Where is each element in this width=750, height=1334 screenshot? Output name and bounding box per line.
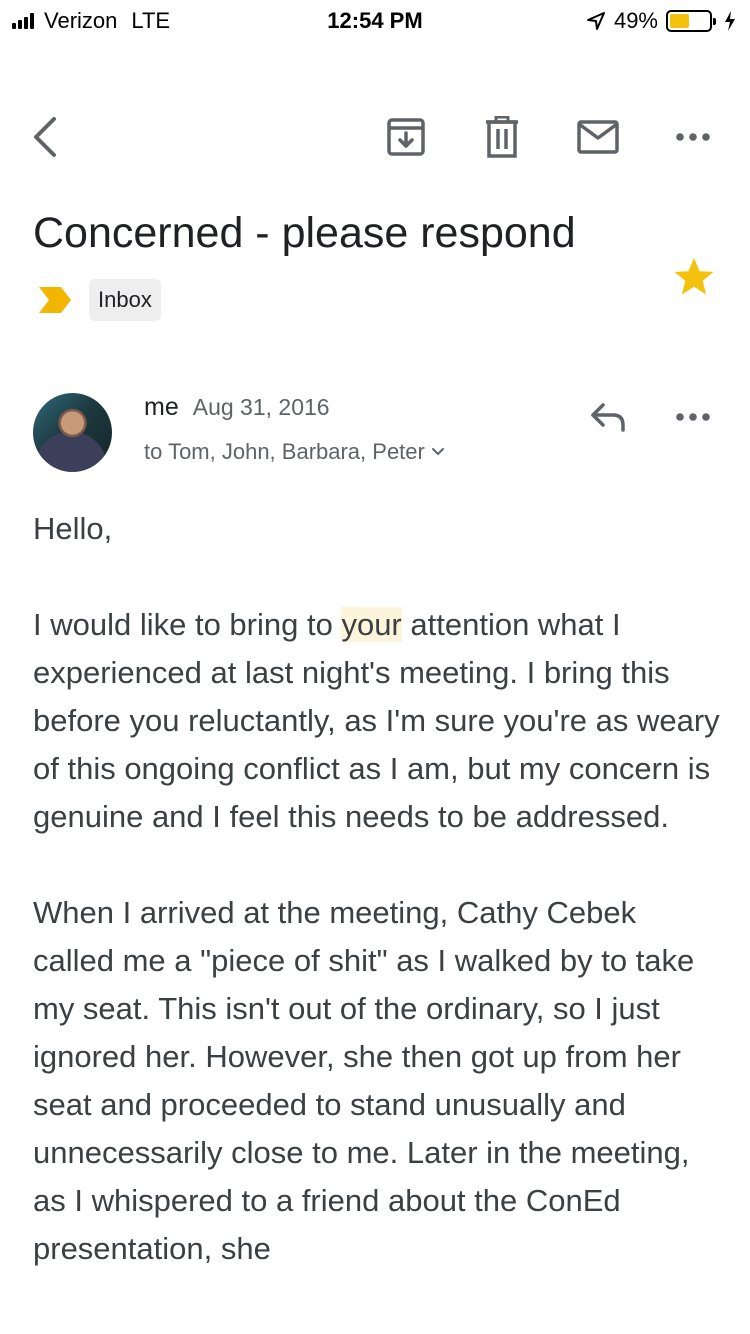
mark-unread-button[interactable] — [573, 112, 623, 162]
charging-icon — [725, 11, 735, 31]
avatar[interactable] — [33, 393, 112, 472]
body-paragraph-1: I would like to bring to your attention … — [33, 601, 723, 841]
mail-icon — [577, 120, 619, 154]
recipients-toggle[interactable]: to Tom, John, Barbara, Peter — [144, 439, 445, 465]
message-body: Hello, I would like to bring to your att… — [33, 505, 723, 1321]
p1-text-before: I would like to bring to — [33, 607, 342, 642]
message-date: Aug 31, 2016 — [192, 394, 330, 420]
battery-fill — [670, 14, 689, 28]
reply-icon — [591, 403, 625, 432]
location-arrow-icon — [586, 12, 605, 30]
battery-icon — [666, 10, 716, 32]
more-horizontal-icon — [676, 413, 710, 421]
body-greeting: Hello, — [33, 511, 113, 546]
delete-button[interactable] — [477, 112, 527, 162]
archive-button[interactable] — [381, 112, 431, 162]
status-bar: Verizon LTE 12:54 PM 49% — [0, 0, 750, 40]
archive-icon — [387, 118, 425, 156]
status-right: 49% — [586, 8, 736, 34]
star-icon[interactable] — [672, 255, 716, 299]
back-button[interactable] — [20, 112, 70, 162]
recipients-text: to Tom, John, Barbara, Peter — [144, 439, 425, 464]
message-header: me Aug 31, 2016 to Tom, John, Barbara, P… — [0, 385, 750, 485]
sender-name: me — [144, 393, 179, 421]
sender-line: me Aug 31, 2016 — [144, 393, 330, 422]
label-chip-inbox[interactable]: Inbox — [89, 279, 161, 321]
important-marker-icon[interactable] — [37, 285, 73, 315]
more-button[interactable] — [668, 112, 718, 162]
more-horizontal-icon — [676, 133, 710, 141]
message-more-button[interactable] — [668, 395, 718, 439]
chevron-down-icon — [431, 448, 444, 456]
search-highlight: your — [341, 607, 402, 642]
email-subject: Concerned - please respond — [33, 209, 576, 257]
email-toolbar — [0, 100, 750, 170]
reply-button[interactable] — [583, 395, 633, 439]
battery-percent: 49% — [613, 8, 658, 33]
chevron-left-icon — [34, 117, 56, 157]
labels-row: Inbox — [37, 279, 161, 321]
body-paragraph-2: When I arrived at the meeting, Cathy Ceb… — [33, 895, 695, 1266]
trash-icon — [486, 116, 518, 158]
